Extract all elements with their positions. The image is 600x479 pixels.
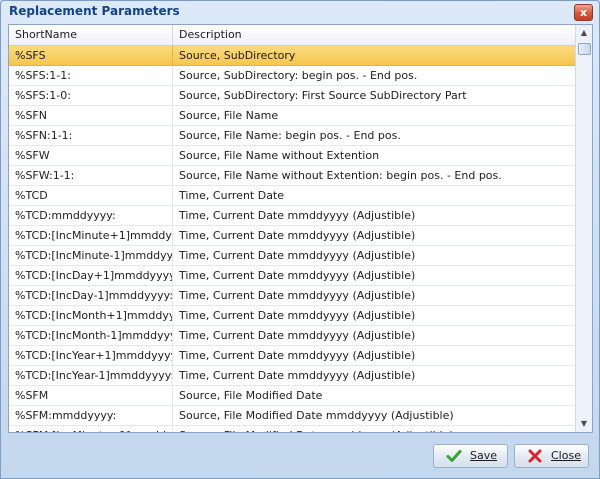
cell-shortname: %TCD:[IncDay-1]mmddyyyy: [9, 286, 173, 305]
cell-shortname: %SFS [9, 46, 173, 65]
table-row[interactable]: %TCD Time, Current Date [9, 186, 575, 206]
cell-description: Time, Current Date [179, 189, 285, 202]
close-button-label: Close [551, 449, 581, 462]
cell-description: Time, Current Date mmddyyyy (Adjustible) [179, 229, 416, 242]
cell-description: Time, Current Date mmddyyyy (Adjustible) [179, 269, 416, 282]
cell-description: Source, File Name: begin pos. - End pos. [179, 129, 401, 142]
scrollbar-thumb[interactable] [578, 43, 591, 55]
replacement-parameters-window: Replacement Parameters x ShortName Descr… [0, 0, 600, 479]
grid-header: ShortName Description [9, 25, 575, 46]
cell-description: Source, File Name without Extention [179, 149, 380, 162]
scroll-up-arrow-icon[interactable]: ▲ [576, 25, 592, 41]
table-row[interactable]: %SFM:[IncMinute+1]mmddyyyy:Source, File … [9, 426, 575, 432]
cell-shortname: %SFS:1-0: [9, 86, 173, 105]
cell-shortname: %SFM [9, 386, 173, 405]
table-row[interactable]: %SFM Source, File Modified Date [9, 386, 575, 406]
cell-shortname: %TCD:[IncMinute-1]mmddyyyy: [9, 246, 173, 265]
cell-shortname: %TCD:[IncYear-1]mmddyyyy: [9, 366, 173, 385]
cell-shortname: %TCD:[IncYear+1]mmddyyyy: [9, 346, 173, 365]
column-header-description[interactable]: Description [173, 25, 575, 45]
cell-description: Source, File Modified Date mmddyyyy (Adj… [179, 409, 454, 422]
cell-shortname: %SFW [9, 146, 173, 165]
red-x-icon [528, 449, 542, 463]
cell-description: Time, Current Date mmddyyyy (Adjustible) [179, 349, 416, 362]
table-row[interactable]: %SFN Source, File Name [9, 106, 575, 126]
cell-description: Time, Current Date mmddyyyy (Adjustible) [179, 249, 416, 262]
table-row[interactable]: %TCD:[IncMinute-1]mmddyyyy: Time, Current… [9, 246, 575, 266]
cell-description: Source, File Name without Extention: beg… [179, 169, 502, 182]
table-row[interactable]: %TCD:[IncMonth-1]mmddyyyy: Time, Current … [9, 326, 575, 346]
table-row[interactable]: %TCD:[IncMonth+1]mmddyyyy: Time, Current … [9, 306, 575, 326]
table-row[interactable]: %SFS:1-1: Source, SubDirectory: begin pos… [9, 66, 575, 86]
window-title: Replacement Parameters [9, 4, 180, 18]
cell-description: Source, File Modified Date [179, 389, 323, 402]
cell-shortname: %SFW:1-1: [9, 166, 173, 185]
table-row[interactable]: %SFS:1-0: Source, SubDirectory: First Sou… [9, 86, 575, 106]
cell-description: Time, Current Date mmddyyyy (Adjustible) [179, 289, 416, 302]
cell-shortname: %SFM:mmddyyyy: [9, 406, 173, 425]
cell-description: Source, SubDirectory: begin pos. - End p… [179, 69, 418, 82]
title-bar[interactable]: Replacement Parameters x [1, 1, 599, 23]
table-row[interactable]: %TCD:[IncYear-1]mmddyyyy: Time, Current D… [9, 366, 575, 386]
table-row[interactable]: %SFS Source, SubDirectory [9, 46, 575, 66]
cell-description: Time, Current Date mmddyyyy (Adjustible) [179, 209, 416, 222]
cell-description: Time, Current Date mmddyyyy (Adjustible) [179, 309, 416, 322]
cell-shortname: %SFM:[IncMinute+1]mmddyyyy: [9, 426, 173, 432]
close-button[interactable]: Close [514, 444, 589, 468]
grid-rows: %SFS Source, SubDirectory %SFS:1-1: Source,… [9, 46, 575, 432]
cell-shortname: %SFN:1-1: [9, 126, 173, 145]
cell-shortname: %TCD:[IncMonth-1]mmddyyyy: [9, 326, 173, 345]
parameters-grid: ShortName Description %SFS Source, SubDir… [8, 24, 593, 433]
table-row[interactable]: %SFN:1-1: Source, File Name: begin pos. -… [9, 126, 575, 146]
table-row[interactable]: %TCD:[IncYear+1]mmddyyyy: Time, Current D… [9, 346, 575, 366]
vertical-scrollbar[interactable]: ▲ ▼ [575, 25, 592, 432]
column-header-shortname[interactable]: ShortName [9, 25, 173, 45]
cell-shortname: %SFN [9, 106, 173, 125]
cell-shortname: %TCD [9, 186, 173, 205]
table-row[interactable]: %TCD:mmddyyyy: Time, Current Date mmddyyy… [9, 206, 575, 226]
table-row[interactable]: %TCD:[IncDay+1]mmddyyyy: Time, Current Da… [9, 266, 575, 286]
cell-shortname: %TCD:[IncMonth+1]mmddyyyy: [9, 306, 173, 325]
window-close-button[interactable]: x [574, 4, 593, 21]
table-row[interactable]: %SFM:mmddyyyy: Source, File Modified Date… [9, 406, 575, 426]
cell-shortname: %TCD:[IncMinute+1]mmddyyyy: [9, 226, 173, 245]
cell-description: Time, Current Date mmddyyyy (Adjustible) [179, 329, 416, 342]
cell-shortname: %SFS:1-1: [9, 66, 173, 85]
table-row[interactable]: %TCD:[IncMinute+1]mmddyyyy: Time, Current… [9, 226, 575, 246]
save-button-label: Save [470, 449, 498, 462]
scroll-down-arrow-icon[interactable]: ▼ [576, 416, 592, 432]
cell-description: Source, SubDirectory [179, 49, 296, 62]
cell-description: Source, File Modified Date mmddyyyy (Adj… [173, 426, 575, 432]
table-row[interactable]: %SFW Source, File Name without Extention [9, 146, 575, 166]
cell-description: Source, SubDirectory: First Source SubDi… [179, 89, 467, 102]
cell-shortname: %TCD:mmddyyyy: [9, 206, 173, 225]
cell-shortname: %TCD:[IncDay+1]mmddyyyy: [9, 266, 173, 285]
table-row[interactable]: %SFW:1-1: Source, File Name without Exten… [9, 166, 575, 186]
close-icon: x [579, 6, 588, 19]
table-row[interactable]: %TCD:[IncDay-1]mmddyyyy: Time, Current Da… [9, 286, 575, 306]
cell-description: Time, Current Date mmddyyyy (Adjustible) [179, 369, 416, 382]
cell-description: Source, File Name [179, 109, 279, 122]
save-button[interactable]: Save [433, 444, 508, 468]
checkmark-icon [446, 450, 462, 462]
